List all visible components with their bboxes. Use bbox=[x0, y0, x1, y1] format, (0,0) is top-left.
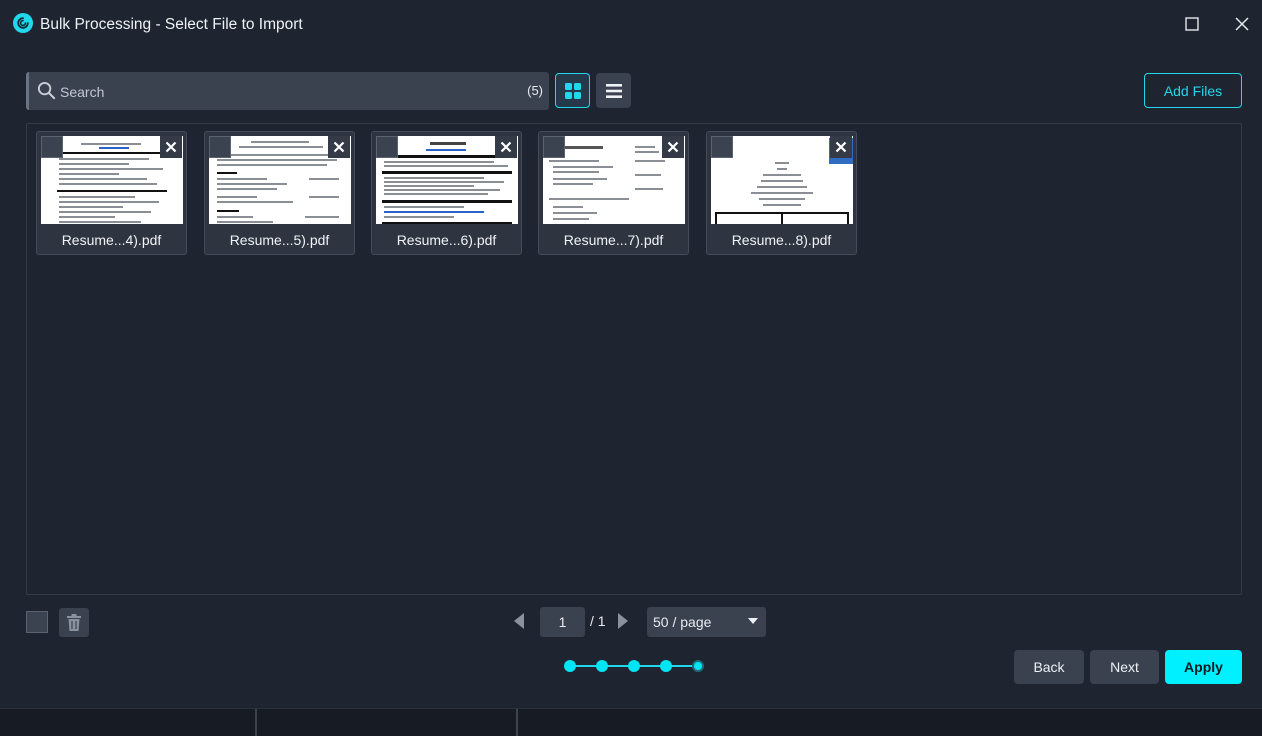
divider bbox=[516, 709, 518, 736]
close-icon bbox=[500, 141, 512, 153]
file-select-checkbox[interactable] bbox=[41, 136, 63, 158]
close-icon bbox=[835, 141, 847, 153]
search-icon bbox=[37, 81, 56, 100]
close-icon bbox=[667, 141, 679, 153]
remove-file-button[interactable] bbox=[328, 136, 350, 158]
close-window-button[interactable] bbox=[1230, 12, 1254, 36]
file-count: (5) bbox=[527, 83, 543, 98]
file-select-checkbox[interactable] bbox=[543, 136, 565, 158]
file-card[interactable]: Resume...8).pdf bbox=[706, 131, 857, 255]
step-dot bbox=[660, 660, 672, 672]
remove-file-button[interactable] bbox=[662, 136, 684, 158]
chevron-left-icon bbox=[514, 613, 524, 629]
file-select-checkbox[interactable] bbox=[711, 136, 733, 158]
page-size-select[interactable]: 50 / page bbox=[647, 607, 766, 637]
close-icon bbox=[165, 141, 177, 153]
step-dot bbox=[596, 660, 608, 672]
search-input[interactable] bbox=[60, 81, 500, 103]
app-logo-icon bbox=[13, 13, 33, 33]
grid-view-button[interactable] bbox=[555, 73, 590, 108]
page-size-value: 50 / page bbox=[653, 614, 712, 630]
file-card[interactable]: Resume...5).pdf bbox=[204, 131, 355, 255]
file-name: Resume...8).pdf bbox=[731, 232, 832, 248]
previous-page-button[interactable] bbox=[512, 612, 526, 635]
page-number-input[interactable] bbox=[540, 607, 585, 637]
maximize-button[interactable] bbox=[1180, 12, 1204, 36]
step-dot bbox=[564, 660, 576, 672]
window-title: Bulk Processing - Select File to Import bbox=[40, 16, 303, 33]
maximize-icon bbox=[1185, 17, 1199, 31]
caret-down-icon bbox=[748, 618, 758, 624]
file-select-checkbox[interactable] bbox=[376, 136, 398, 158]
step-dot-current bbox=[692, 660, 704, 672]
file-card[interactable]: Resume...6).pdf bbox=[371, 131, 522, 255]
file-grid: Resume...4).pdf Resume...5).pdf Resume..… bbox=[26, 123, 1242, 595]
file-name: Resume...5).pdf bbox=[229, 232, 330, 248]
remove-file-button[interactable] bbox=[160, 136, 182, 158]
file-name: Resume...4).pdf bbox=[61, 232, 162, 248]
progress-stepper bbox=[564, 660, 704, 672]
list-icon bbox=[605, 83, 622, 98]
file-card[interactable]: Resume...4).pdf bbox=[36, 131, 187, 255]
chevron-right-icon bbox=[618, 613, 628, 629]
file-name: Resume...7).pdf bbox=[563, 232, 664, 248]
back-button[interactable]: Back bbox=[1014, 650, 1084, 684]
close-icon bbox=[333, 141, 345, 153]
list-view-button[interactable] bbox=[596, 73, 631, 108]
file-select-checkbox[interactable] bbox=[209, 136, 231, 158]
next-button[interactable]: Next bbox=[1090, 650, 1159, 684]
divider bbox=[255, 709, 257, 736]
page-total: / 1 bbox=[590, 613, 606, 629]
bottom-strip bbox=[0, 708, 1262, 736]
close-icon bbox=[1235, 17, 1249, 31]
search-box: (5) bbox=[26, 72, 549, 110]
trash-icon bbox=[67, 614, 81, 631]
delete-selected-button[interactable] bbox=[59, 608, 89, 637]
select-all-checkbox[interactable] bbox=[26, 611, 48, 633]
file-card[interactable]: Resume...7).pdf bbox=[538, 131, 689, 255]
remove-file-button[interactable] bbox=[830, 136, 852, 158]
step-dot bbox=[628, 660, 640, 672]
remove-file-button[interactable] bbox=[495, 136, 517, 158]
title-bar: Bulk Processing - Select File to Import bbox=[0, 0, 1262, 50]
file-name: Resume...6).pdf bbox=[396, 232, 497, 248]
add-files-button[interactable]: Add Files bbox=[1144, 73, 1242, 108]
grid-icon bbox=[564, 82, 581, 99]
next-page-button[interactable] bbox=[616, 612, 630, 635]
apply-button[interactable]: Apply bbox=[1165, 650, 1242, 684]
